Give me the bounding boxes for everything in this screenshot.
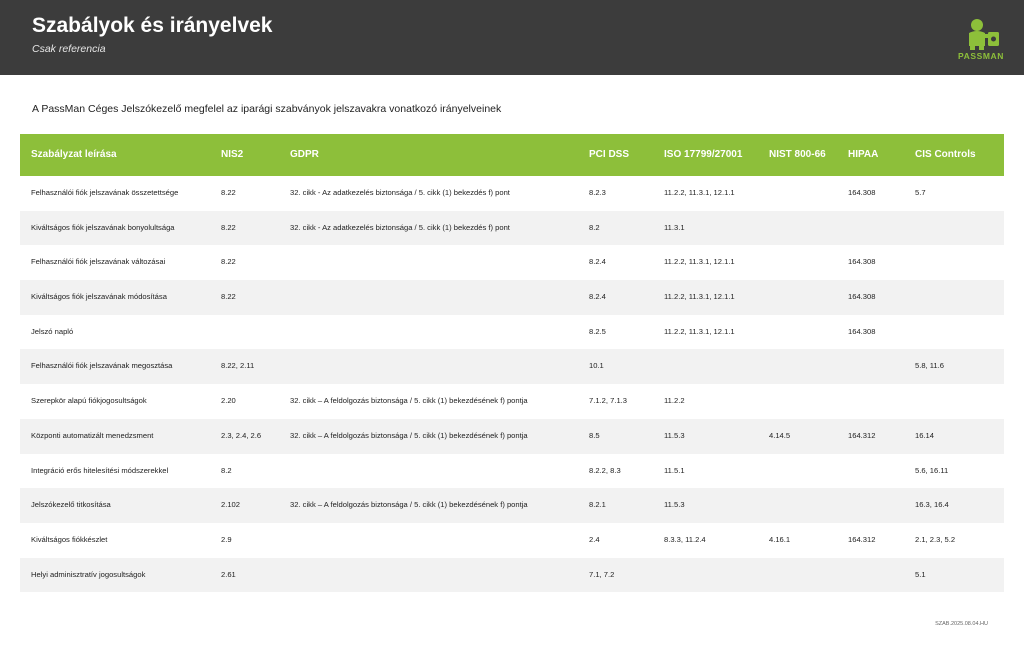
cell-nist: 4.16.1: [769, 534, 791, 544]
page-title: Szabályok és irányelvek: [32, 14, 273, 37]
cell-pci-dss: 2.4: [589, 534, 600, 544]
column-header-hipaa: HIPAA: [848, 149, 879, 160]
table-row: Jelszó napló 8.2.5 11.2.2, 11.3.1, 12.1.…: [20, 315, 1004, 350]
cell-nis2: 2.9: [221, 534, 232, 544]
logo-text: PASSMAN: [957, 51, 1005, 61]
cell-pci-dss: 8.2.2, 8.3: [589, 465, 621, 475]
cell-nis2: 8.2: [221, 465, 232, 475]
cell-policy: Felhasználói fiók jelszavának összetetts…: [31, 188, 179, 197]
column-header-gdpr: GDPR: [290, 149, 319, 160]
cell-iso: 11.5.1: [664, 465, 685, 475]
column-header-policy: Szabályzat leírása: [31, 149, 117, 160]
cell-gdpr: 32. cikk – A feldolgozás biztonsága / 5.…: [290, 396, 528, 406]
cell-policy: Helyi adminisztratív jogosultságok: [31, 569, 146, 579]
cell-nis2: 8.22, 2.11: [221, 361, 255, 371]
cell-pci-dss: 8.5: [589, 430, 600, 440]
cell-cis: 5.1: [915, 569, 926, 579]
cell-cis: 5.7: [915, 188, 926, 197]
cell-cis: 16.3, 16.4: [915, 500, 949, 510]
cell-pci-dss: 10.1: [589, 361, 604, 371]
cell-gdpr: 32. cikk – A feldolgozás biztonsága / 5.…: [290, 430, 528, 440]
table-row: Helyi adminisztratív jogosultságok 2.61 …: [20, 557, 1004, 593]
column-header-nist: NIST 800-66: [769, 149, 826, 160]
cell-policy: Kiváltságos fiókkészlet: [31, 534, 108, 544]
table-row: Kiváltságos fiókkészlet 2.9 2.4 8.3.3, 1…: [20, 523, 1004, 558]
cell-hipaa: 164.308: [848, 292, 876, 302]
cell-hipaa: 164.308: [848, 257, 876, 267]
cell-iso: 11.2.2, 11.3.1, 12.1.1: [664, 188, 735, 197]
cell-iso: 11.2.2: [664, 396, 685, 406]
cell-policy: Felhasználói fiók jelszavának változásai: [31, 257, 166, 267]
passman-mascot-icon: [969, 19, 999, 50]
cell-pci-dss: 8.2: [589, 222, 600, 232]
cell-nis2: 8.22: [221, 257, 236, 267]
cell-gdpr: 32. cikk – A feldolgozás biztonsága / 5.…: [290, 500, 528, 510]
cell-nis2: 2.61: [221, 569, 236, 579]
cell-pci-dss: 7.1.2, 7.1.3: [589, 396, 627, 406]
cell-policy: Jelszókezelő titkosítása: [31, 500, 111, 510]
cell-gdpr: 32. cikk - Az adatkezelés biztonsága / 5…: [290, 222, 510, 232]
document-code: SZAB.2025.08.04.HU: [935, 621, 988, 627]
cell-iso: 11.5.3: [664, 430, 685, 440]
cell-hipaa: 164.312: [848, 534, 876, 544]
cell-iso: 11.3.1: [664, 222, 685, 232]
cell-pci-dss: 8.2.3: [589, 188, 606, 197]
cell-iso: 11.2.2, 11.3.1, 12.1.1: [664, 326, 735, 336]
cell-cis: 16.14: [915, 430, 935, 440]
cell-cis: 5.6, 16.11: [915, 465, 949, 475]
cell-nist: 4.14.5: [769, 430, 791, 440]
table-row: Szerepkör alapú fiókjogosultságok 2.20 3…: [20, 384, 1004, 419]
cell-nis2: 8.22: [221, 292, 236, 302]
cell-iso: 11.2.2, 11.3.1, 12.1.1: [664, 292, 735, 302]
cell-iso: 8.3.3, 11.2.4: [664, 534, 706, 544]
cell-pci-dss: 7.1, 7.2: [589, 569, 615, 579]
cell-pci-dss: 8.2.1: [589, 500, 606, 510]
table-row: Központi automatizált menedzsment 2.3, 2…: [20, 418, 1004, 454]
table-row: Kiváltságos fiók jelszavának módosítása …: [20, 280, 1004, 315]
cell-policy: Kiváltságos fiók jelszavának módosítása: [31, 292, 167, 302]
cell-policy: Központi automatizált menedzsment: [31, 430, 154, 440]
table-row: Jelszókezelő titkosítása 2.102 32. cikk …: [20, 488, 1004, 523]
cell-pci-dss: 8.2.5: [589, 326, 606, 336]
cell-policy: Felhasználói fiók jelszavának megosztása: [31, 361, 173, 371]
column-header-iso: ISO 17799/27001: [664, 149, 743, 160]
intro-text: A PassMan Céges Jelszókezelő megfelel az…: [32, 103, 502, 115]
cell-pci-dss: 8.2.4: [589, 292, 606, 302]
cell-pci-dss: 8.2.4: [589, 257, 606, 267]
cell-policy: Integráció erős hitelesítési módszerekke…: [31, 465, 169, 475]
table-row: Felhasználói fiók jelszavának megosztása…: [20, 349, 1004, 385]
cell-hipaa: 164.308: [848, 188, 876, 197]
cell-policy: Kiváltságos fiók jelszavának bonyolultsá…: [31, 222, 175, 232]
column-header-nis2: NIS2: [221, 149, 244, 160]
cell-policy: Szerepkör alapú fiókjogosultságok: [31, 396, 147, 406]
cell-iso: 11.2.2, 11.3.1, 12.1.1: [664, 257, 735, 267]
cell-nis2: 2.20: [221, 396, 236, 406]
table-row: Kiváltságos fiók jelszavának bonyolultsá…: [20, 210, 1004, 246]
cell-cis: 5.8, 11.6: [915, 361, 944, 371]
cell-iso: 11.5.3: [664, 500, 685, 510]
column-header-pci-dss: PCI DSS: [589, 149, 630, 160]
column-header-cis: CIS Controls: [915, 149, 976, 160]
cell-hipaa: 164.312: [848, 430, 876, 440]
cell-nis2: 8.22: [221, 188, 236, 197]
cell-hipaa: 164.308: [848, 326, 876, 336]
cell-nis2: 2.102: [221, 500, 241, 510]
page-subtitle: Csak referencia: [32, 43, 106, 55]
table-row: Felhasználói fiók jelszavának változásai…: [20, 245, 1004, 280]
page-header: Szabályok és irányelvek Csak referencia …: [0, 0, 1024, 75]
table-row: Felhasználói fiók jelszavának összetetts…: [20, 176, 1004, 211]
cell-nis2: 2.3, 2.4, 2.6: [221, 430, 262, 440]
cell-nis2: 8.22: [221, 222, 236, 232]
passman-logo: PASSMAN: [948, 16, 1014, 64]
table-header: Szabályzat leírása NIS2 GDPR PCI DSS ISO…: [20, 134, 1004, 176]
compliance-table: Szabályzat leírása NIS2 GDPR PCI DSS ISO…: [20, 134, 1004, 593]
cell-policy: Jelszó napló: [31, 326, 74, 336]
table-row: Integráció erős hitelesítési módszerekke…: [20, 454, 1004, 489]
cell-gdpr: 32. cikk - Az adatkezelés biztonsága / 5…: [290, 188, 510, 197]
cell-cis: 2.1, 2.3, 5.2: [915, 534, 956, 544]
